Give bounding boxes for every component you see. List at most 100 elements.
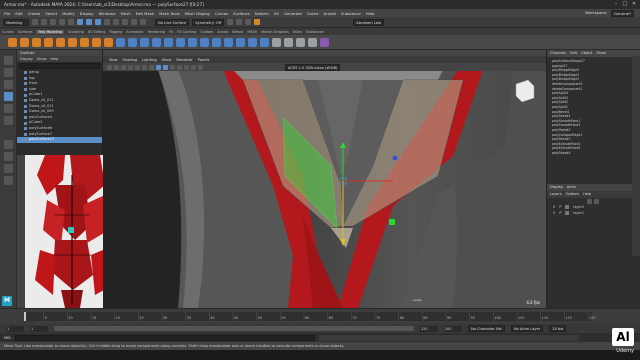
viewport-menu-renderer[interactable]: Renderer <box>176 58 192 62</box>
outliner-layout-icon[interactable] <box>4 164 13 173</box>
viewport-menu-shading[interactable]: Shading <box>123 58 138 62</box>
menu-generate[interactable]: Generate <box>284 11 302 16</box>
snap-surface-icon[interactable] <box>140 19 146 25</box>
camera-attributes-icon[interactable] <box>114 64 119 70</box>
new-layer-selected-icon[interactable] <box>594 198 599 204</box>
viewport-menu-panels[interactable]: Panels <box>198 58 210 62</box>
rotate-tool-icon[interactable] <box>4 104 13 113</box>
anim-layer-dropdown[interactable]: No Anim Layer <box>510 325 544 332</box>
outliner-item[interactable]: polySurface27 <box>17 137 102 143</box>
range-slider[interactable] <box>54 326 414 331</box>
viewport-3d[interactable]: persp 4.2 fps <box>103 56 546 308</box>
resolution-gate-icon[interactable] <box>149 64 154 70</box>
menu-surfaces[interactable]: Surfaces <box>233 11 249 16</box>
snap-grid-icon[interactable] <box>104 19 110 25</box>
cylinder-icon[interactable] <box>32 37 41 47</box>
character-set-dropdown[interactable]: No Character Set <box>468 325 505 332</box>
new-layer-icon[interactable] <box>587 198 592 204</box>
layer-tab-display[interactable]: Display <box>550 184 563 191</box>
shelf-tab-substance[interactable]: Substance <box>306 30 324 34</box>
render-settings-icon[interactable] <box>245 19 252 25</box>
menu-mesh[interactable]: Mesh <box>121 11 131 16</box>
command-language-label[interactable]: MEL <box>4 336 11 340</box>
maximize-button[interactable]: □ <box>621 1 629 8</box>
shelf-tab-poly-modeling[interactable]: Poly Modeling <box>36 29 64 34</box>
bevel-icon[interactable] <box>212 37 221 47</box>
layer-menu-help[interactable]: Help <box>583 191 591 198</box>
outliner-menu-display[interactable]: Display <box>20 56 33 62</box>
planar-uv-icon[interactable] <box>272 37 281 47</box>
outliner-menu-help[interactable]: Help <box>50 56 58 62</box>
plane-icon[interactable] <box>68 37 77 47</box>
channelbox-tab-edit[interactable]: Edit <box>570 50 577 57</box>
history-node[interactable]: polyTweak4 <box>547 151 640 156</box>
open-scene-icon[interactable] <box>41 19 47 25</box>
shelf-tab-xgen[interactable]: XGen <box>293 30 302 34</box>
shelf-tab-uv-editing[interactable]: UV Editing <box>88 30 106 34</box>
menu-uv[interactable]: UV <box>274 11 279 16</box>
lasso-tool-icon[interactable] <box>4 68 13 77</box>
layer-color-swatch[interactable] <box>565 205 570 209</box>
smooth-shade-icon[interactable] <box>163 64 168 70</box>
combine-icon[interactable] <box>116 37 125 47</box>
snap-curve-icon[interactable] <box>113 19 119 25</box>
symmetry-dropdown[interactable]: Symmetry: Off <box>192 18 225 26</box>
multicut-icon[interactable] <box>236 37 245 47</box>
outliner-menu-show[interactable]: Show <box>37 56 46 62</box>
start-time-field[interactable]: 1 <box>6 325 24 332</box>
mirror-icon[interactable] <box>164 37 173 47</box>
textured-icon[interactable] <box>170 64 175 70</box>
extrude-icon[interactable] <box>200 37 209 47</box>
layer-color-swatch[interactable] <box>565 211 570 215</box>
menu-cache[interactable]: Cache <box>307 11 319 16</box>
shelf-tab-motion-graphics[interactable]: Motion Graphics <box>261 30 289 34</box>
menu-substance[interactable]: Substance <box>341 11 361 16</box>
menu-arnold[interactable]: Arnold <box>324 11 336 16</box>
unfold-icon[interactable] <box>308 37 317 47</box>
channelbox-tab-object[interactable]: Object <box>581 50 592 57</box>
fill-hole-icon[interactable] <box>176 37 185 47</box>
range-start-field[interactable]: 1 <box>30 325 48 332</box>
login-button[interactable]: Abraham Leal <box>353 18 385 26</box>
separate-icon[interactable] <box>128 37 137 47</box>
shelf-tab-surfaces[interactable]: Surfaces <box>18 30 33 34</box>
menu-modify[interactable]: Modify <box>62 11 75 16</box>
layer-visibility-toggle[interactable]: V <box>553 210 555 216</box>
four-view-icon[interactable] <box>4 152 13 161</box>
layer-tab-anim[interactable]: Anim <box>567 184 576 191</box>
select-by-component-icon[interactable] <box>95 19 101 25</box>
shelf-tab-rendering[interactable]: Rendering <box>148 30 165 34</box>
time-slider[interactable]: 5 10 15 20 25 30 35 40 45 50 55 60 65 70 75 80 85 90 95 100… <box>0 308 640 325</box>
smooth-icon[interactable] <box>140 37 149 47</box>
select-by-hierarchy-icon[interactable] <box>77 19 83 25</box>
side-panel-tabs[interactable] <box>632 56 640 256</box>
layer-row[interactable]: V Player1 <box>547 210 640 216</box>
viewport-menu-view[interactable]: View <box>109 58 118 62</box>
auto-uv-icon[interactable] <box>284 37 293 47</box>
shelf-tab-arnold[interactable]: Arnold <box>217 30 228 34</box>
menu-deform[interactable]: Deform <box>255 11 269 16</box>
shadows-icon[interactable] <box>184 64 189 70</box>
image-plane-icon[interactable] <box>128 64 133 70</box>
shelf-tab-rigging[interactable]: Rigging <box>109 30 122 34</box>
snap-point-icon[interactable] <box>122 19 128 25</box>
append-polygon-icon[interactable] <box>224 37 233 47</box>
quad-draw-icon[interactable] <box>260 37 269 47</box>
select-tool-icon[interactable] <box>4 56 13 65</box>
workspace-dropdown[interactable]: General* <box>611 10 634 17</box>
menu-curves[interactable]: Curves <box>215 11 228 16</box>
menu-mesh-tools[interactable]: Mesh Tools <box>159 11 180 16</box>
shelf-tab-sculpting[interactable]: Sculpting <box>68 30 84 34</box>
sphere-icon[interactable] <box>8 37 17 47</box>
wireframe-icon[interactable] <box>156 64 161 70</box>
new-scene-icon[interactable] <box>32 19 38 25</box>
paint-select-icon[interactable] <box>4 80 13 89</box>
close-button[interactable]: ✕ <box>630 1 638 8</box>
save-scene-icon[interactable] <box>50 19 56 25</box>
menu-create[interactable]: Create <box>28 11 41 16</box>
shelf-tab-fx-caching[interactable]: FX Caching <box>177 30 196 34</box>
cone-icon[interactable] <box>44 37 53 47</box>
menuset-dropdown[interactable]: Modeling <box>3 18 29 26</box>
menu-select[interactable]: Select <box>45 11 57 16</box>
ipr-render-icon[interactable] <box>236 19 243 25</box>
